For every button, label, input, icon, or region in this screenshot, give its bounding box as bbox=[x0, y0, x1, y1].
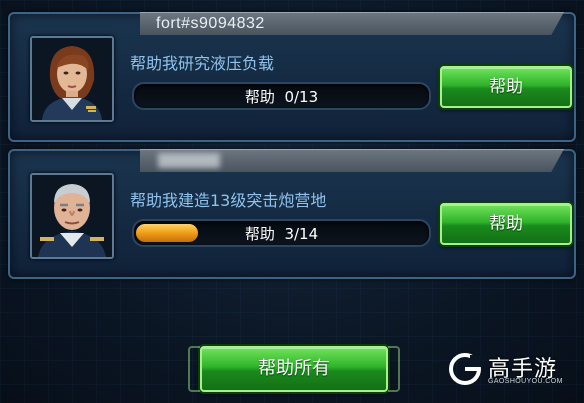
help-button[interactable]: 帮助 bbox=[440, 66, 572, 108]
username-tab bbox=[140, 149, 564, 172]
help-button[interactable]: 帮助 bbox=[440, 203, 572, 245]
username-label: fort#s9094832 bbox=[156, 15, 265, 32]
watermark: 高手游 GAOSHOUYOU.COM bbox=[448, 350, 578, 390]
request-message: 帮助我研究液压负载 bbox=[130, 54, 275, 73]
help-request-card: fort#s9094832 帮助我研究液压负载 帮助 0/13 帮助 bbox=[8, 12, 576, 142]
blurred-username bbox=[158, 153, 220, 168]
help-all-button[interactable]: 帮助所有 bbox=[188, 346, 400, 392]
progress-text: 帮助 3/14 bbox=[134, 223, 429, 244]
request-message: 帮助我建造13级突击炮营地 bbox=[130, 191, 327, 210]
avatar bbox=[30, 173, 114, 259]
username-tab: fort#s9094832 bbox=[140, 12, 564, 35]
help-progress-bar: 帮助 3/14 bbox=[132, 219, 431, 247]
help-progress-bar: 帮助 0/13 bbox=[132, 82, 431, 110]
avatar bbox=[30, 36, 114, 122]
site-logo-icon bbox=[449, 353, 482, 385]
progress-count: 0/13 bbox=[284, 88, 319, 106]
progress-count: 3/14 bbox=[284, 225, 319, 243]
watermark-subtitle: GAOSHOUYOU.COM bbox=[488, 378, 563, 385]
female-officer-portrait-icon bbox=[32, 38, 112, 120]
help-request-card: 帮助我建造13级突击炮营地 帮助 3/14 帮助 bbox=[8, 149, 576, 279]
progress-label: 帮助 bbox=[244, 225, 275, 243]
progress-text: 帮助 0/13 bbox=[134, 86, 429, 107]
progress-label: 帮助 bbox=[244, 88, 275, 106]
male-general-portrait-icon bbox=[32, 175, 112, 257]
